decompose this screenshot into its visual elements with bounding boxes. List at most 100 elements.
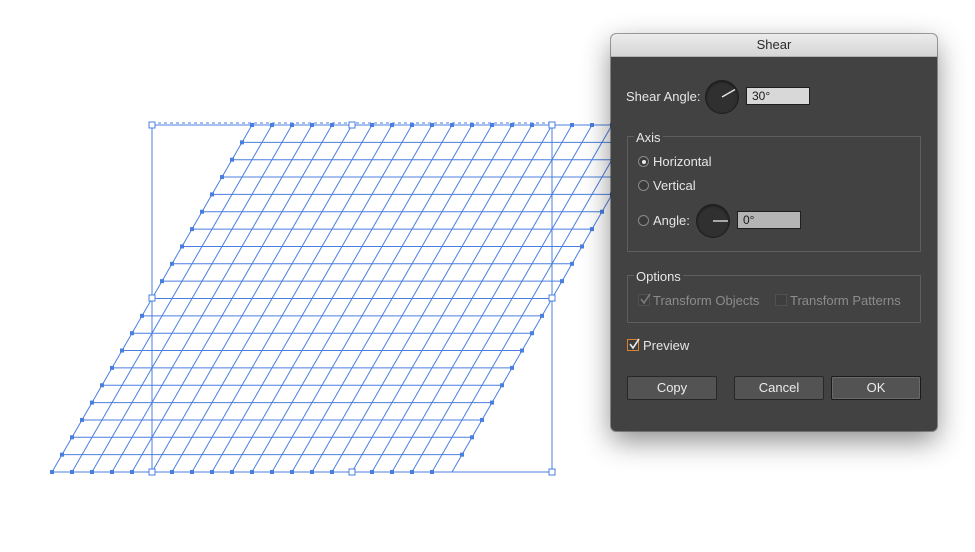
anchor-point — [520, 348, 524, 353]
cancel-button[interactable]: Cancel — [734, 376, 824, 400]
anchor-point — [290, 123, 294, 127]
shear-dialog: Shear Shear Angle: 30° Axis Horizontal V… — [611, 34, 937, 431]
anchor-point — [570, 123, 574, 127]
anchor-point — [100, 383, 104, 388]
anchor-point — [480, 417, 484, 422]
anchor-point — [330, 470, 334, 474]
anchor-point — [370, 123, 374, 127]
anchor-point — [580, 244, 584, 249]
bounding-box-handle — [548, 468, 556, 476]
anchor-point — [470, 123, 474, 127]
angle-radio[interactable] — [638, 215, 649, 226]
bounding-box-handle — [548, 121, 556, 129]
anchor-point — [560, 279, 564, 284]
anchor-point — [430, 123, 434, 127]
anchor-point — [510, 123, 514, 127]
anchor-point — [290, 470, 294, 474]
anchor-point — [140, 313, 144, 318]
bounding-box-handle — [148, 294, 156, 302]
vertical-radio[interactable] — [638, 180, 649, 191]
anchor-point — [50, 470, 54, 474]
anchor-point — [160, 279, 164, 284]
anchor-point — [210, 470, 214, 474]
dial-needle-icon — [721, 88, 736, 98]
anchor-point — [90, 470, 94, 474]
transform-patterns-label: Transform Patterns — [790, 293, 901, 308]
axis-angle-dial[interactable] — [696, 204, 730, 238]
anchor-point — [240, 140, 244, 145]
preview-checkbox[interactable] — [627, 338, 640, 351]
anchor-point — [250, 470, 254, 474]
anchor-point — [270, 123, 274, 127]
anchor-point — [130, 470, 134, 474]
anchor-point — [390, 123, 394, 127]
anchor-point — [230, 157, 234, 162]
anchor-point — [70, 435, 74, 440]
transform-objects-label: Transform Objects — [653, 293, 760, 308]
bounding-box-handle — [148, 121, 156, 129]
shear-angle-input[interactable]: 30° — [746, 87, 810, 105]
anchor-point — [230, 470, 234, 474]
dialog-title: Shear — [611, 34, 937, 57]
anchor-point — [430, 470, 434, 474]
anchor-point — [210, 192, 214, 197]
anchor-point — [310, 123, 314, 127]
checkmark-icon — [629, 338, 640, 350]
anchor-point — [330, 123, 334, 127]
transform-patterns-checkbox[interactable] — [775, 294, 787, 306]
vertical-label[interactable]: Vertical — [653, 178, 696, 193]
anchor-point — [180, 244, 184, 249]
checkmark-icon — [640, 293, 651, 305]
bounding-box-handle — [348, 121, 356, 129]
axis-group-title: Axis — [634, 130, 663, 145]
anchor-point — [460, 452, 464, 457]
anchor-point — [590, 227, 594, 232]
anchor-point — [130, 331, 134, 336]
anchor-point — [120, 348, 124, 353]
ok-button[interactable]: OK — [831, 376, 921, 400]
angle-label[interactable]: Angle: — [653, 213, 690, 228]
transform-objects-checkbox[interactable] — [638, 293, 651, 306]
anchor-point — [80, 417, 84, 422]
sheared-grid — [51, 124, 653, 473]
anchor-point — [90, 400, 94, 405]
anchor-point — [590, 123, 594, 127]
anchor-point — [530, 123, 534, 127]
anchor-point — [70, 470, 74, 474]
horizontal-radio[interactable] — [638, 156, 649, 167]
anchor-point — [170, 470, 174, 474]
shear-angle-label: Shear Angle: — [626, 89, 701, 104]
anchor-point — [60, 452, 64, 457]
anchor-point — [490, 123, 494, 127]
anchor-point — [410, 470, 414, 474]
anchor-point — [310, 470, 314, 474]
anchor-point — [540, 313, 544, 318]
preview-label[interactable]: Preview — [643, 338, 689, 353]
bounding-box-handle — [348, 468, 356, 476]
anchor-point — [250, 123, 254, 127]
anchor-point — [170, 261, 174, 266]
bounding-box-handle — [548, 294, 556, 302]
anchor-point — [270, 470, 274, 474]
anchor-point — [510, 365, 514, 370]
dial-needle-icon — [713, 220, 728, 222]
anchor-point — [450, 123, 454, 127]
anchor-point — [500, 383, 504, 388]
anchor-point — [530, 331, 534, 336]
anchor-point — [570, 261, 574, 266]
anchor-point — [200, 209, 204, 214]
anchor-point — [370, 470, 374, 474]
horizontal-label[interactable]: Horizontal — [653, 154, 712, 169]
anchor-point — [600, 209, 604, 214]
anchor-point — [490, 400, 494, 405]
anchor-point — [190, 470, 194, 474]
axis-angle-input[interactable]: 0° — [737, 211, 801, 229]
anchor-point — [110, 470, 114, 474]
anchor-point — [390, 470, 394, 474]
anchor-point — [410, 123, 414, 127]
shear-angle-dial[interactable] — [705, 80, 739, 114]
anchor-point — [470, 435, 474, 440]
bounding-box-handle — [148, 468, 156, 476]
options-group-title: Options — [634, 269, 683, 284]
copy-button[interactable]: Copy — [627, 376, 717, 400]
